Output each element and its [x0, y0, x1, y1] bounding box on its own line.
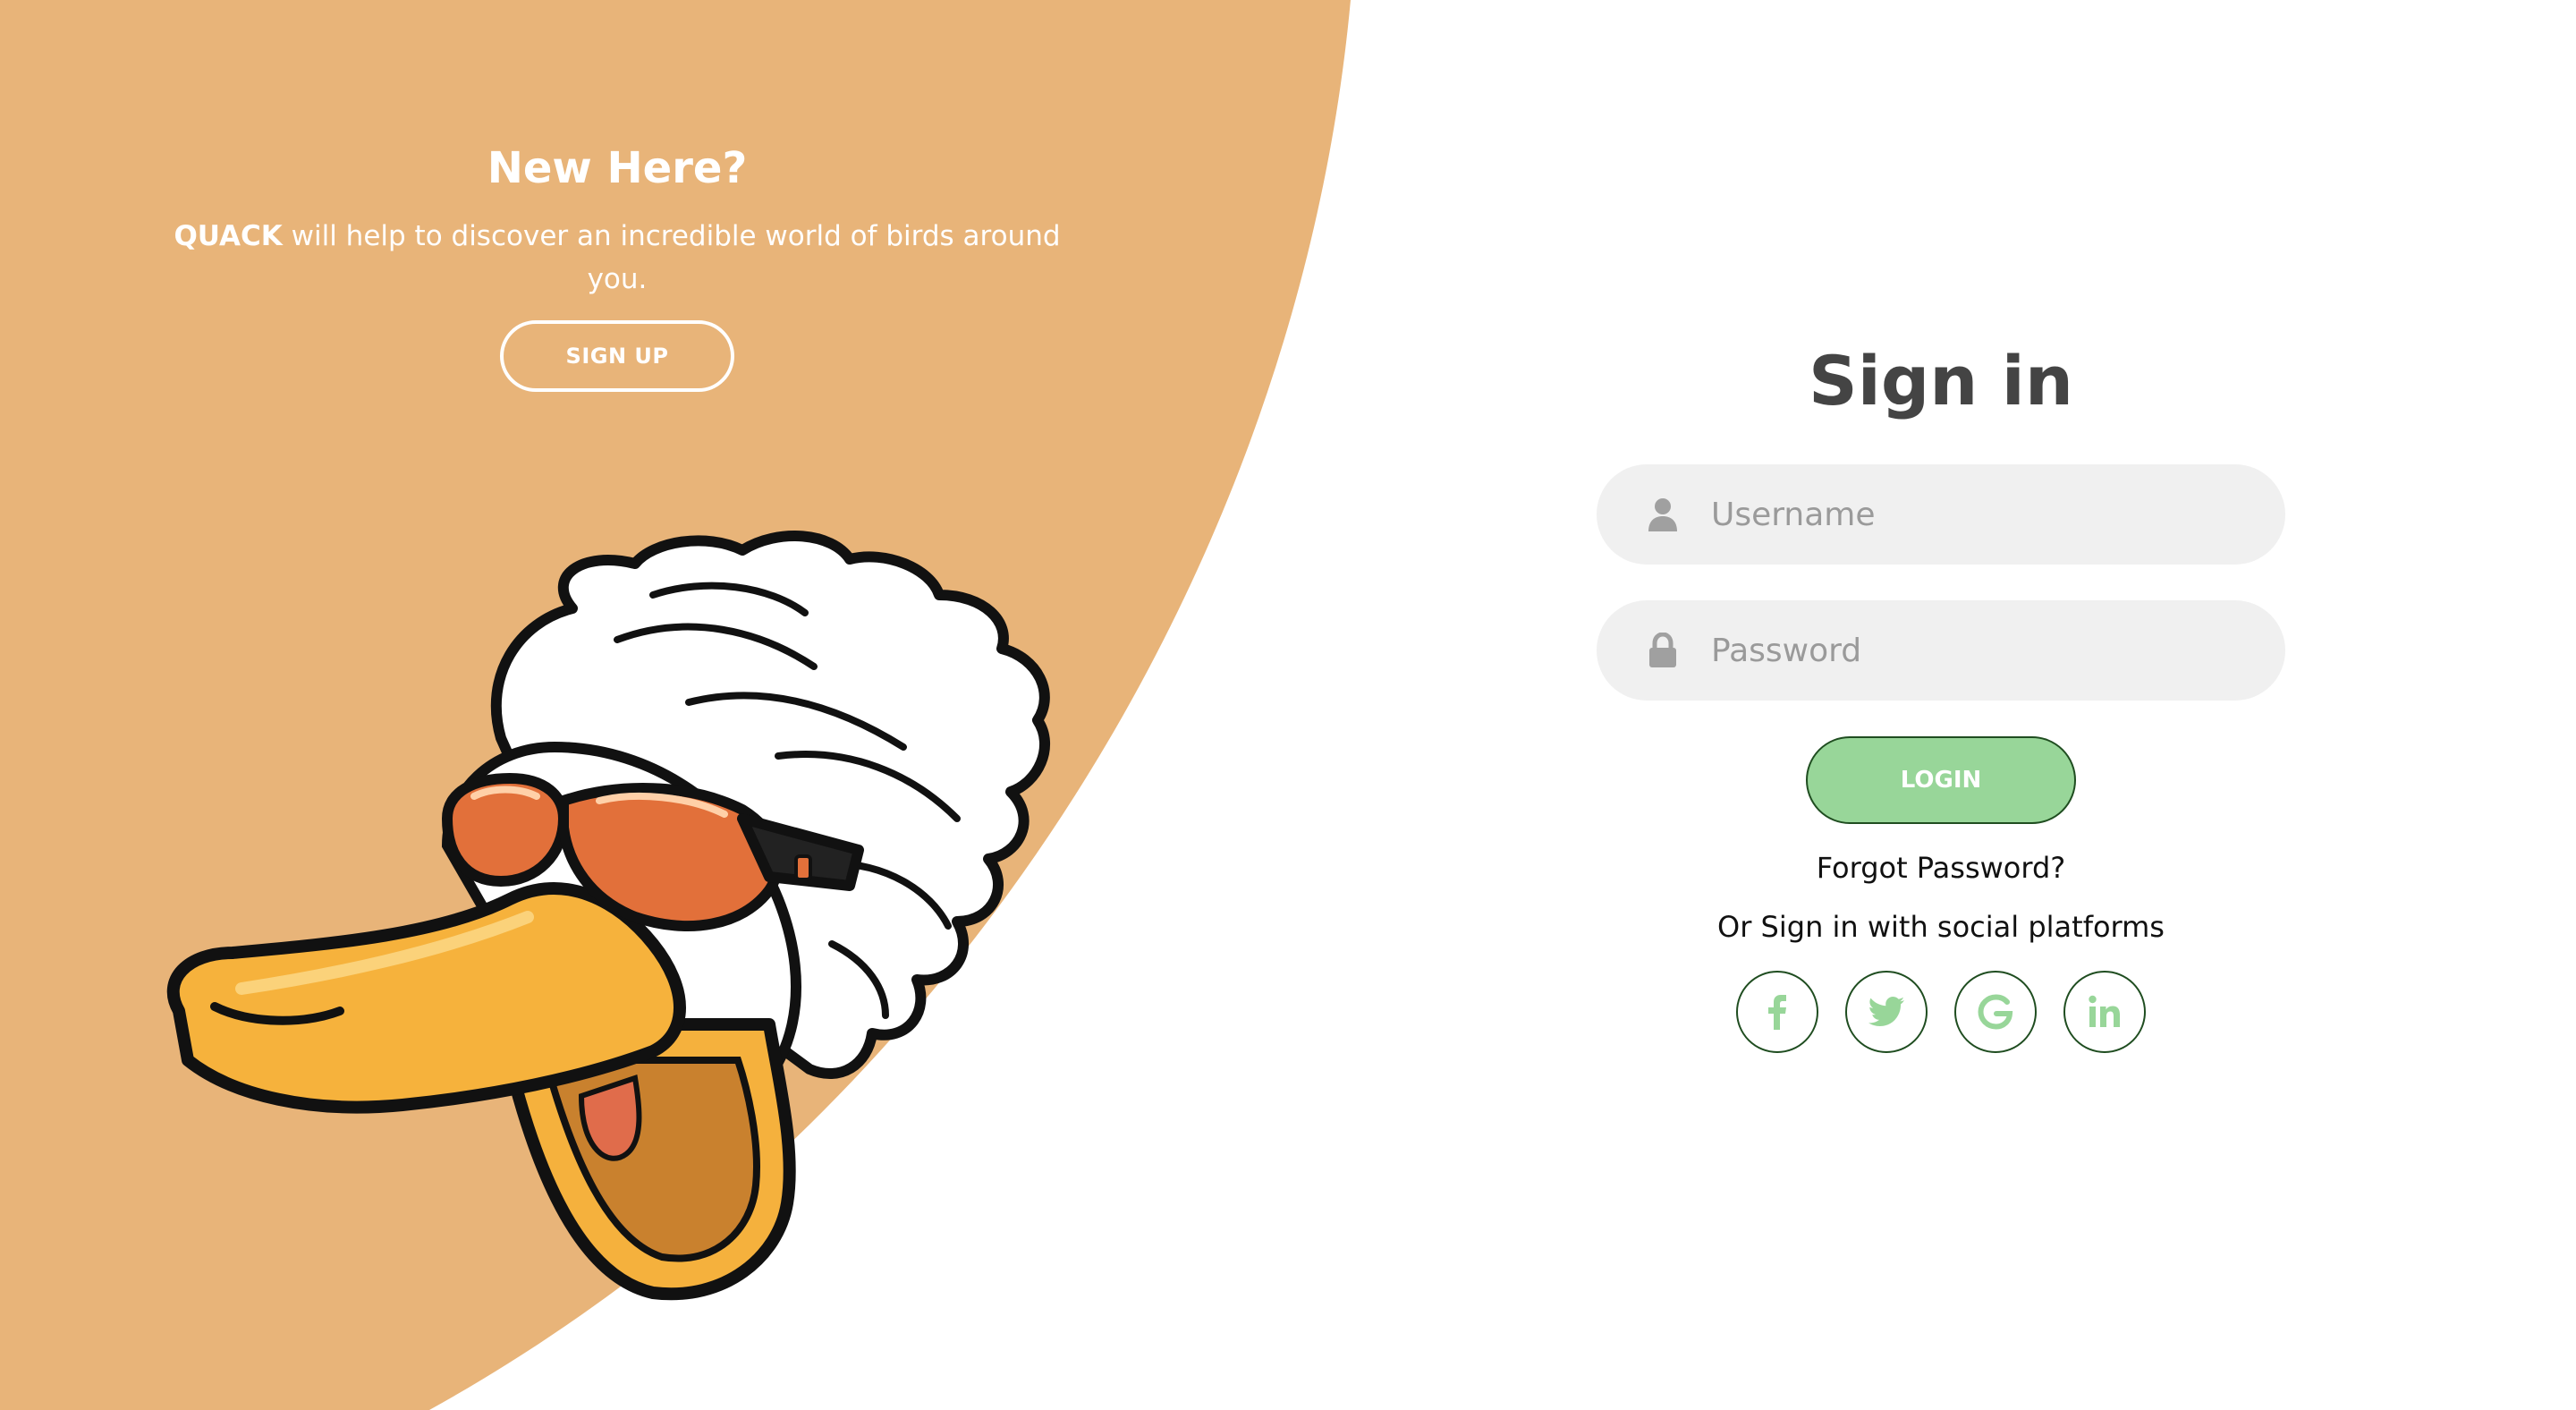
sign-up-button[interactable]: SIGN UP: [500, 319, 734, 392]
left-panel: New Here? QUACK will help to discover an…: [161, 143, 1073, 392]
sign-in-form: Sign in LOGIN Forgot Password? Or Sign i…: [1597, 340, 2285, 1054]
twitter-icon: [1868, 997, 1904, 1027]
username-input[interactable]: [1709, 463, 2250, 566]
twitter-button[interactable]: [1845, 971, 1928, 1054]
username-field[interactable]: [1597, 463, 2285, 566]
lock-icon: [1645, 631, 1681, 670]
sign-in-title: Sign in: [1809, 341, 2073, 420]
facebook-icon: [1768, 995, 1786, 1031]
description-text: will help to discover an incredible worl…: [282, 219, 1061, 295]
duck-mascot-illustration: [166, 531, 1051, 1301]
social-buttons: [1597, 971, 2285, 1054]
new-here-title: New Here?: [487, 143, 748, 193]
login-button[interactable]: LOGIN: [1806, 736, 2076, 825]
facebook-button[interactable]: [1736, 971, 1818, 1054]
google-button[interactable]: [1954, 971, 2037, 1054]
linkedin-button[interactable]: [2063, 971, 2146, 1054]
password-field[interactable]: [1597, 599, 2285, 702]
social-sign-in-text: Or Sign in with social platforms: [1717, 910, 2165, 945]
left-panel-description: QUACK will help to discover an incredibl…: [170, 215, 1064, 301]
brand-name: QUACK: [174, 219, 283, 252]
login-page: New Here? QUACK will help to discover an…: [0, 0, 2576, 1410]
forgot-password-link[interactable]: Forgot Password?: [1597, 851, 2285, 885]
linkedin-icon: [2089, 995, 2120, 1028]
google-icon: [1978, 994, 2013, 1030]
password-input[interactable]: [1709, 599, 2250, 702]
user-icon: [1645, 495, 1681, 534]
